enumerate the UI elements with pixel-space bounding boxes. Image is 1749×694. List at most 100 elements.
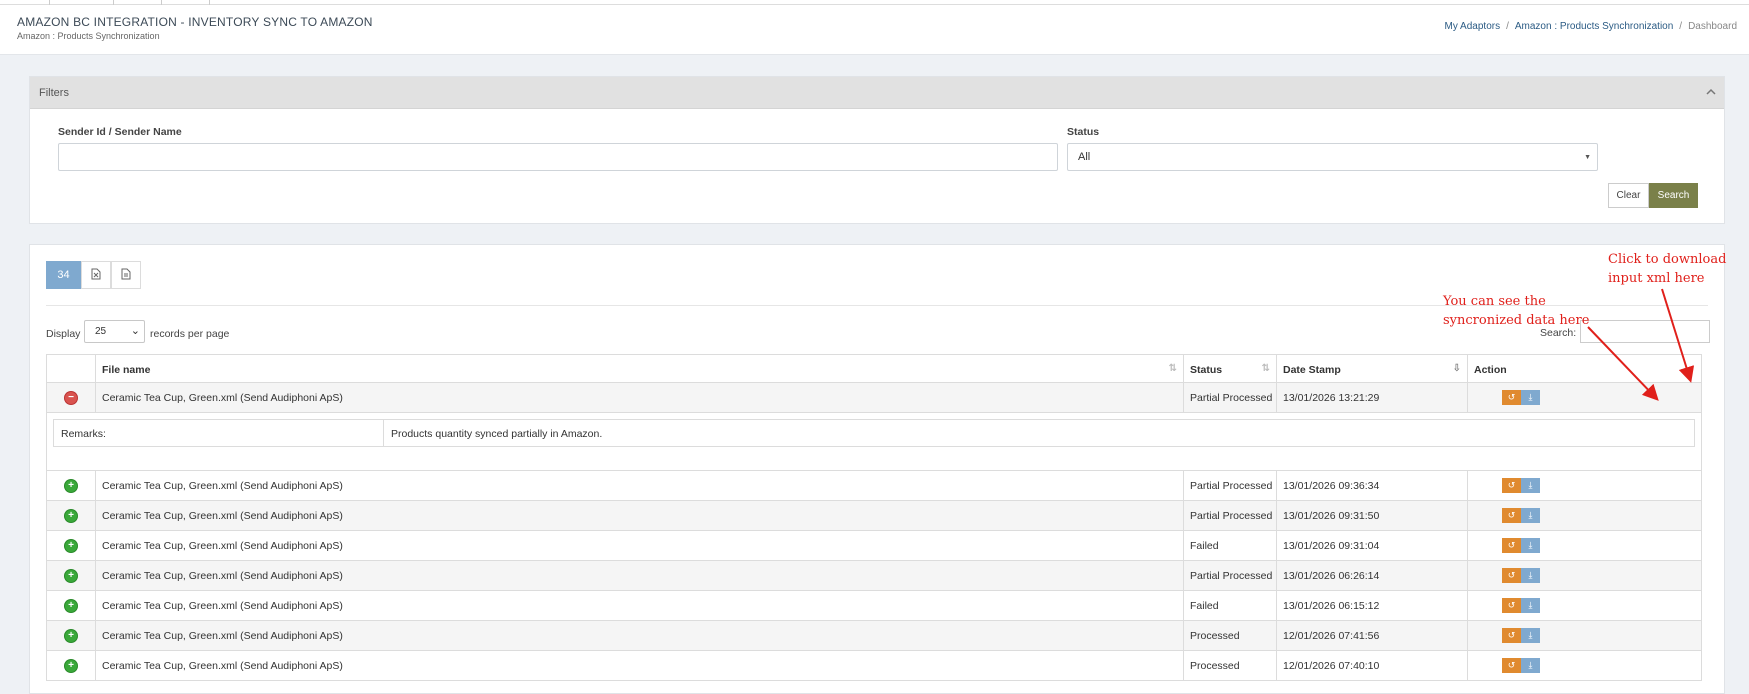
search-button[interactable]: Search <box>1649 183 1698 208</box>
download-xml-button[interactable]: ⤓ <box>1521 390 1540 405</box>
row-toggle-cell[interactable]: + <box>47 501 95 530</box>
annotation-line: input xml here <box>1608 271 1705 286</box>
expand-icon[interactable]: + <box>65 539 77 552</box>
download-xml-button[interactable]: ⤓ <box>1521 478 1540 493</box>
breadcrumb-separator: / <box>1506 21 1509 32</box>
view-data-button[interactable]: ↺ <box>1502 508 1521 523</box>
records-per-page-label: records per page <box>150 328 230 340</box>
remarks-value: Products quantity synced partially in Am… <box>391 428 603 440</box>
table-row[interactable]: + Ceramic Tea Cup, Green.xml (Send Audiph… <box>46 621 1702 651</box>
remarks-label: Remarks: <box>54 420 384 446</box>
download-icon: ⤓ <box>1528 660 1533 670</box>
history-icon: ↺ <box>1507 540 1516 550</box>
page-subtitle: Amazon : Products Synchronization <box>17 31 160 41</box>
breadcrumb-my-adaptors[interactable]: My Adaptors <box>1445 21 1501 32</box>
export-pdf-button[interactable] <box>111 261 141 289</box>
collapse-icon[interactable]: − <box>65 391 77 404</box>
breadcrumb-products-sync[interactable]: Amazon : Products Synchronization <box>1515 21 1673 32</box>
sort-icon[interactable]: ⇅ <box>1262 363 1270 374</box>
row-toggle-cell[interactable]: + <box>47 621 95 650</box>
sort-icon[interactable]: ⇅ <box>1169 363 1177 374</box>
expand-icon[interactable]: + <box>65 509 77 522</box>
download-xml-button[interactable]: ⤓ <box>1521 658 1540 673</box>
expand-icon[interactable]: + <box>65 659 77 672</box>
file-name-cell: Ceramic Tea Cup, Green.xml (Send Audipho… <box>95 621 1183 650</box>
history-icon: ↺ <box>1507 660 1516 670</box>
expand-icon[interactable]: + <box>65 629 77 642</box>
file-name-cell: Ceramic Tea Cup, Green.xml (Send Audipho… <box>95 561 1183 590</box>
row-toggle-cell[interactable]: + <box>47 561 95 590</box>
sender-input[interactable] <box>58 143 1058 171</box>
table-row[interactable]: + Ceramic Tea Cup, Green.xml (Send Audiph… <box>46 561 1702 591</box>
column-date-stamp[interactable]: Date Stamp ⇩ <box>1276 355 1467 383</box>
clear-button[interactable]: Clear <box>1608 183 1649 208</box>
filters-header[interactable]: Filters <box>30 77 1724 109</box>
remarks-box: Remarks: Products quantity synced partial… <box>53 419 1695 447</box>
history-icon: ↺ <box>1507 600 1516 610</box>
status-label: Status <box>1067 126 1100 138</box>
date-stamp-cell: 13/01/2026 06:26:14 <box>1276 561 1467 590</box>
view-data-button[interactable]: ↺ <box>1502 598 1521 613</box>
row-toggle-cell[interactable]: + <box>47 591 95 620</box>
download-icon: ⤓ <box>1528 600 1533 610</box>
table-row[interactable]: − Ceramic Tea Cup, Green.xml (Send Audiph… <box>46 383 1702 413</box>
breadcrumb-separator: / <box>1679 21 1683 32</box>
download-xml-button[interactable]: ⤓ <box>1521 508 1540 523</box>
expand-icon[interactable]: + <box>65 479 77 492</box>
view-data-button[interactable]: ↺ <box>1502 658 1521 673</box>
status-cell: Partial Processed <box>1183 561 1276 590</box>
table-row[interactable]: + Ceramic Tea Cup, Green.xml (Send Audiph… <box>46 651 1702 681</box>
table-search-input[interactable] <box>1580 320 1710 343</box>
page-size-select[interactable]: 25 ⌄ <box>84 320 145 343</box>
status-cell: Processed <box>1183 621 1276 650</box>
file-name-cell: Ceramic Tea Cup, Green.xml (Send Audipho… <box>95 501 1183 530</box>
chevron-down-icon: ⌄ <box>130 325 140 337</box>
pdf-file-icon <box>121 268 131 283</box>
download-icon: ⤓ <box>1528 392 1533 402</box>
breadcrumb: My Adaptors / Amazon : Products Synchroniz… <box>1445 21 1738 32</box>
view-data-button[interactable]: ↺ <box>1502 628 1521 643</box>
download-xml-button[interactable]: ⤓ <box>1521 538 1540 553</box>
page-title: AMAZON BC INTEGRATION - INVENTORY SYNC T… <box>17 15 373 29</box>
status-cell: Failed <box>1183 531 1276 560</box>
date-stamp-cell: 12/01/2026 07:41:56 <box>1276 621 1467 650</box>
row-toggle-cell[interactable]: + <box>47 651 95 680</box>
table-row[interactable]: + Ceramic Tea Cup, Green.xml (Send Audiph… <box>46 471 1702 501</box>
date-stamp-cell: 13/01/2026 13:21:29 <box>1276 383 1467 412</box>
view-data-button[interactable]: ↺ <box>1502 390 1521 405</box>
file-name-cell: Ceramic Tea Cup, Green.xml (Send Audipho… <box>95 531 1183 560</box>
column-status-label: Status <box>1190 364 1223 376</box>
export-excel-button[interactable] <box>81 261 111 289</box>
column-file-name[interactable]: File name ⇅ <box>95 355 1183 383</box>
column-status[interactable]: Status ⇅ <box>1183 355 1276 383</box>
row-toggle-cell[interactable]: + <box>47 471 95 500</box>
download-icon: ⤓ <box>1528 570 1533 580</box>
table-row[interactable]: + Ceramic Tea Cup, Green.xml (Send Audiph… <box>46 531 1702 561</box>
expand-icon[interactable]: + <box>65 599 77 612</box>
expand-icon[interactable]: + <box>65 569 77 582</box>
sort-desc-icon[interactable]: ⇩ <box>1453 363 1461 374</box>
annotation-line: You can see the <box>1443 294 1546 309</box>
download-xml-button[interactable]: ⤓ <box>1521 568 1540 583</box>
row-toggle-cell[interactable]: − <box>47 383 95 412</box>
download-xml-button[interactable]: ⤓ <box>1521 598 1540 613</box>
table-row[interactable]: + Ceramic Tea Cup, Green.xml (Send Audiph… <box>46 501 1702 531</box>
record-count-badge[interactable]: 34 <box>46 261 81 289</box>
annotation-download-note: Click to download input xml here <box>1608 250 1726 288</box>
row-details: Remarks: Products quantity synced partial… <box>46 413 1702 471</box>
view-data-button[interactable]: ↺ <box>1502 538 1521 553</box>
download-icon: ⤓ <box>1528 480 1533 490</box>
column-action: Action <box>1467 355 1563 383</box>
page-size-value: 25 <box>95 326 107 337</box>
table-row[interactable]: + Ceramic Tea Cup, Green.xml (Send Audiph… <box>46 591 1702 621</box>
annotation-line: Click to download <box>1608 252 1727 267</box>
date-stamp-cell: 13/01/2026 09:31:04 <box>1276 531 1467 560</box>
excel-file-icon <box>91 268 101 283</box>
view-data-button[interactable]: ↺ <box>1502 568 1521 583</box>
chevron-up-icon[interactable] <box>1706 85 1716 99</box>
row-toggle-cell[interactable]: + <box>47 531 95 560</box>
download-xml-button[interactable]: ⤓ <box>1521 628 1540 643</box>
view-data-button[interactable]: ↺ <box>1502 478 1521 493</box>
status-select[interactable]: All ▼ <box>1067 143 1598 171</box>
date-stamp-cell: 13/01/2026 09:31:50 <box>1276 501 1467 530</box>
